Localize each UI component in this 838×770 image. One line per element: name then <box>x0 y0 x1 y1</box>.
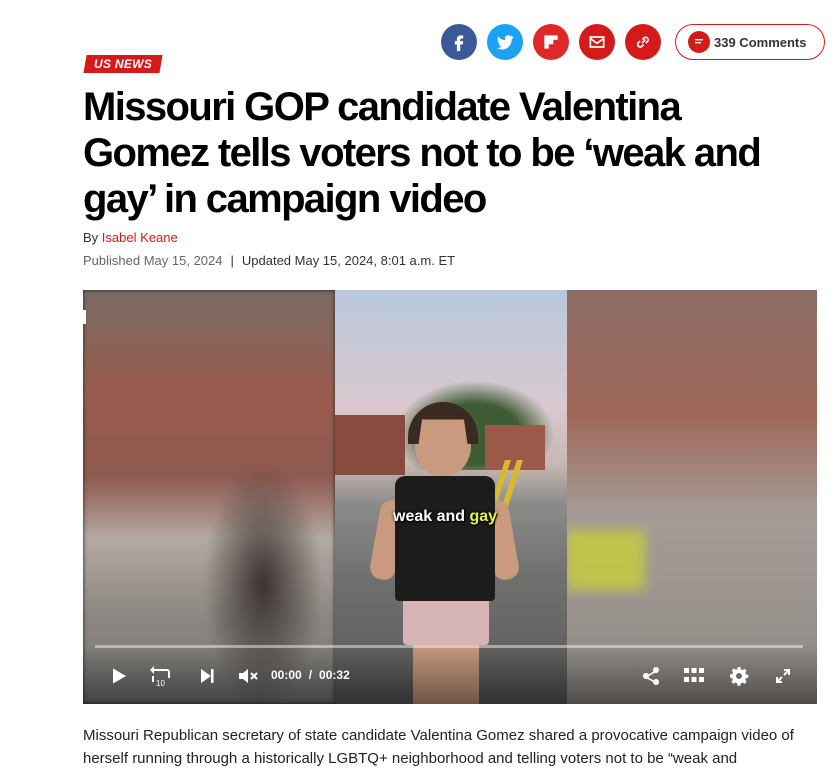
svg-text:10: 10 <box>156 679 165 687</box>
grid-button[interactable] <box>681 664 707 688</box>
muted-speaker-icon <box>239 669 258 683</box>
share-bar: 339 Comments <box>441 24 825 60</box>
frame-shorts <box>403 595 489 645</box>
comments-button[interactable]: 339 Comments <box>675 24 825 60</box>
byline: By Isabel Keane <box>83 230 178 245</box>
facebook-share-button[interactable] <box>441 24 477 60</box>
duration: 00:32 <box>319 668 350 682</box>
video-caption-text: weak and <box>393 508 470 525</box>
author-link[interactable]: Isabel Keane <box>102 230 178 245</box>
section-tag-label: US NEWS <box>94 57 153 71</box>
section-tag[interactable]: US NEWS <box>83 55 163 73</box>
comment-icon <box>688 31 710 53</box>
play-button[interactable] <box>107 664 131 688</box>
date-separator: | <box>230 253 234 268</box>
flipboard-share-button[interactable] <box>533 24 569 60</box>
article-body-paragraph: Missouri Republican secretary of state c… <box>83 727 794 767</box>
video-progress-bar[interactable] <box>95 645 803 648</box>
rewind-10-button[interactable]: 10 <box>147 664 175 688</box>
current-time: 00:00 <box>271 668 302 682</box>
link-icon <box>636 36 649 48</box>
copy-link-button[interactable] <box>625 24 661 60</box>
gear-icon <box>730 667 749 686</box>
facebook-icon <box>454 35 464 52</box>
fullscreen-button[interactable] <box>771 664 795 688</box>
time-separator: / <box>308 668 313 682</box>
updated-date: Updated May 15, 2024, 8:01 a.m. ET <box>241 253 456 268</box>
fullscreen-icon <box>776 669 790 683</box>
video-blur-right <box>565 290 817 704</box>
rewind-10-icon: 10 <box>150 666 170 687</box>
video-time: 00:00 / 00:32 <box>271 668 350 682</box>
flipboard-icon <box>544 35 558 49</box>
email-share-button[interactable] <box>579 24 615 60</box>
mute-button[interactable] <box>237 664 261 688</box>
next-button[interactable] <box>195 664 219 688</box>
twitter-share-button[interactable] <box>487 24 523 60</box>
twitter-icon <box>496 35 514 50</box>
video-caption: weak and gay <box>393 508 497 526</box>
frame-vest <box>395 476 495 601</box>
published-date: Published May 15, 2024 <box>83 253 223 268</box>
video-player[interactable]: weak and gay 10 00:00 / 00:32 <box>83 290 817 704</box>
article-dates: Published May 15, 2024 | Updated May 15,… <box>83 253 455 268</box>
grid-icon <box>684 668 704 682</box>
video-edge-mark <box>83 310 86 324</box>
video-blur-left <box>83 290 335 704</box>
video-controls: 10 00:00 / 00:32 <box>83 644 817 704</box>
email-icon <box>589 36 605 48</box>
video-caption-highlight: gay <box>469 508 498 525</box>
skip-next-icon <box>201 669 214 683</box>
settings-button[interactable] <box>727 664 751 688</box>
comments-count: 339 Comments <box>714 34 807 50</box>
byline-prefix: By <box>83 230 99 245</box>
play-icon <box>113 668 126 684</box>
video-frame: weak and gay <box>335 290 567 704</box>
article-headline: Missouri GOP candidate Valentina Gomez t… <box>83 85 762 221</box>
share-video-button[interactable] <box>639 664 663 688</box>
frame-house <box>335 415 405 475</box>
share-icon <box>643 667 659 685</box>
